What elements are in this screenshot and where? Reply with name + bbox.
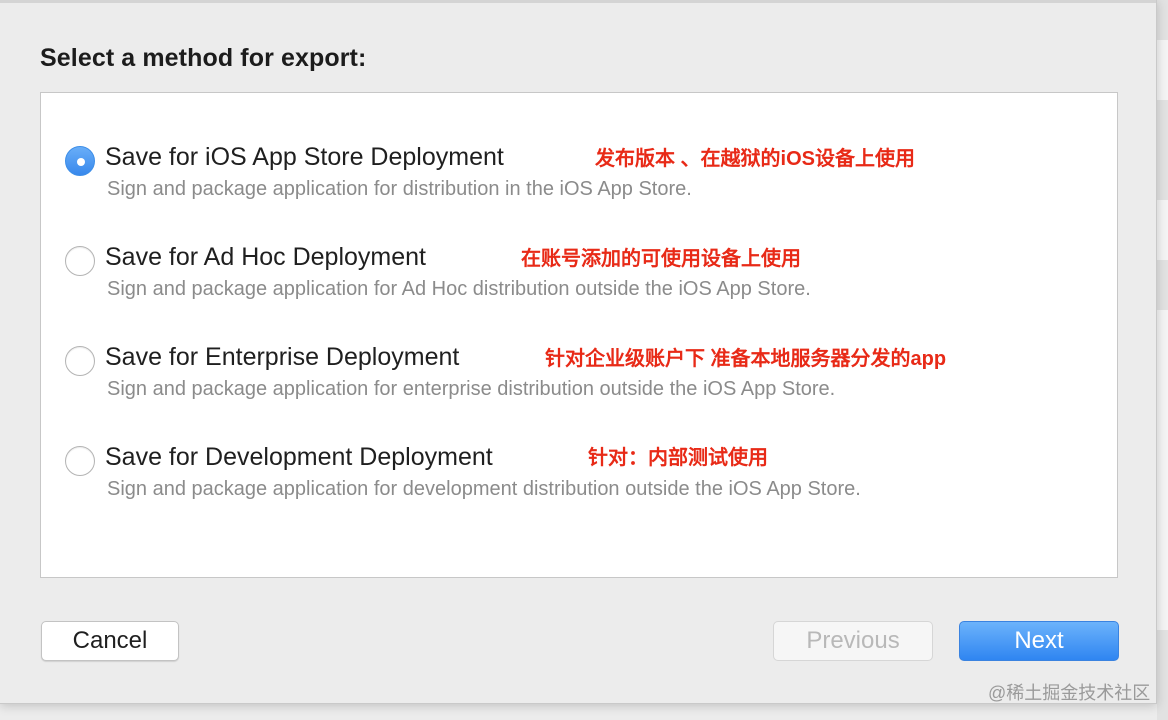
radio-enterprise[interactable] — [65, 346, 95, 376]
background-window-edge — [1157, 0, 1168, 720]
option-development-description: Sign and package application for develop… — [107, 478, 861, 500]
option-app-store-annotation: 发布版本 、在越狱的iOS设备上使用 — [595, 148, 916, 170]
option-enterprise-title[interactable]: Save for Enterprise Deployment — [105, 343, 459, 372]
dialog-heading: Select a method for export: — [40, 44, 367, 72]
option-ad-hoc-title[interactable]: Save for Ad Hoc Deployment — [105, 243, 426, 272]
export-dialog: Select a method for export: Save for iOS… — [0, 0, 1157, 704]
radio-dot — [77, 158, 85, 166]
option-ad-hoc[interactable]: Save for Ad Hoc Deployment 在账号添加的可使用设备上使… — [65, 242, 1045, 322]
option-development-annotation: 针对：内部测试使用 — [588, 447, 768, 469]
option-app-store-description: Sign and package application for distrib… — [107, 178, 692, 200]
option-ad-hoc-annotation: 在账号添加的可使用设备上使用 — [521, 248, 801, 270]
option-app-store-title[interactable]: Save for iOS App Store Deployment — [105, 143, 504, 172]
cancel-button[interactable]: Cancel — [41, 621, 179, 661]
dialog-top-edge — [0, 0, 1156, 3]
background-band — [1157, 40, 1168, 100]
watermark: @稀土掘金技术社区 — [988, 683, 1151, 703]
next-button[interactable]: Next — [959, 621, 1119, 661]
radio-development[interactable] — [65, 446, 95, 476]
radio-ad-hoc[interactable] — [65, 246, 95, 276]
option-enterprise-annotation: 针对企业级账户下 准备本地服务器分发的app — [545, 348, 947, 370]
background-band — [1157, 200, 1168, 260]
option-app-store[interactable]: Save for iOS App Store Deployment 发布版本 、… — [65, 142, 1045, 222]
option-enterprise[interactable]: Save for Enterprise Deployment 针对企业级账户下 … — [65, 342, 1045, 422]
option-development[interactable]: Save for Development Deployment 针对：内部测试使… — [65, 442, 1045, 522]
previous-button[interactable]: Previous — [773, 621, 933, 661]
option-development-title[interactable]: Save for Development Deployment — [105, 443, 493, 472]
option-ad-hoc-description: Sign and package application for Ad Hoc … — [107, 278, 811, 300]
option-enterprise-description: Sign and package application for enterpr… — [107, 378, 836, 400]
radio-app-store[interactable] — [65, 146, 95, 176]
background-band — [1157, 310, 1168, 630]
